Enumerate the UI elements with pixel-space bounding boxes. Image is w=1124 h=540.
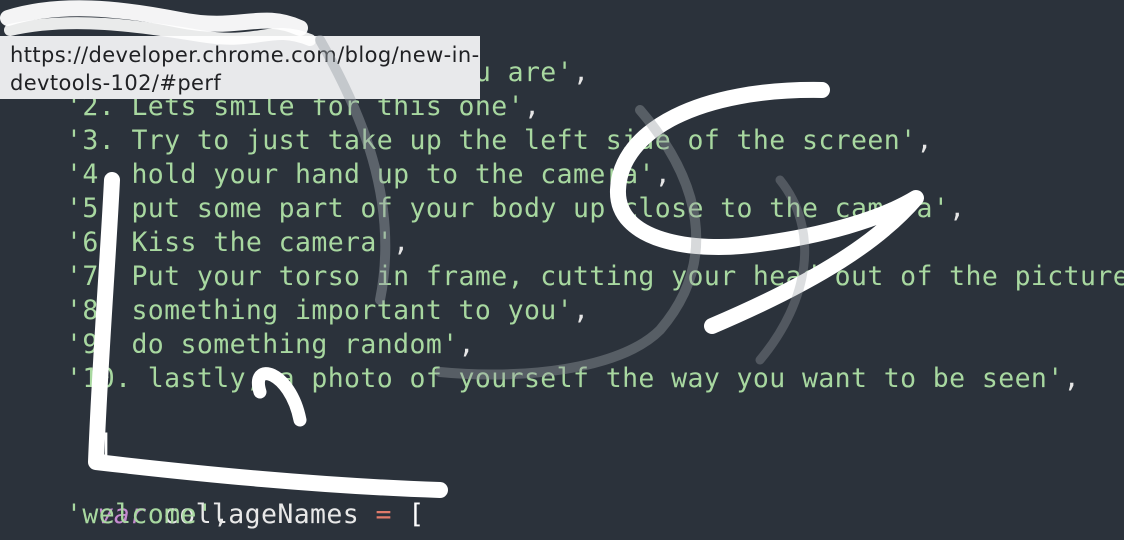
item-text: do something random xyxy=(131,329,443,360)
item-number: 6 xyxy=(82,227,99,258)
item-number: 10 xyxy=(82,363,116,394)
array-item-line: '7. Put your torso in frame, cutting you… xyxy=(32,260,1124,294)
item-number: 5 xyxy=(82,193,99,224)
code-editor[interactable]: ons = [ '1. just snap a pic as you are',… xyxy=(0,0,1124,540)
array-item-line: '8. something important to you', xyxy=(66,295,590,326)
tooltip-url-line-1: https://developer.chrome.com/blog/new-in… xyxy=(10,43,480,67)
open-bracket-2: [ xyxy=(408,499,425,530)
array-item-line: '4. hold your hand up to the camera', xyxy=(66,159,672,190)
code-line-close: ] xyxy=(32,394,114,460)
item-text: Put your torso in frame, cutting your he… xyxy=(131,261,1124,292)
item-number: 3 xyxy=(82,125,99,156)
collage-name-text: welcome xyxy=(82,499,197,530)
item-number: 8 xyxy=(82,295,99,326)
array-item-line: '5. put some part of your body up close … xyxy=(66,193,966,224)
item-number: 4 xyxy=(82,159,99,190)
item-number: 9 xyxy=(82,329,99,360)
item-text: hold your hand up to the camera xyxy=(131,159,639,190)
tooltip-url-line-2: devtools-102/#perf xyxy=(10,71,222,95)
array-item-line: '10. lastly, a photo of yourself the way… xyxy=(66,363,1081,394)
array-item-line: '3. Try to just take up the left side of… xyxy=(66,125,933,156)
item-number: 7 xyxy=(82,261,99,292)
collage-name-item: 'welcome', xyxy=(66,499,230,530)
url-tooltip: https://developer.chrome.com/blog/new-in… xyxy=(0,36,480,99)
item-text: lastly, a photo of yourself the way you … xyxy=(147,363,1048,394)
code-line-second-decl: var collageNames = [ xyxy=(32,464,425,530)
item-text: something important to you xyxy=(131,295,557,326)
item-text: Kiss the camera xyxy=(131,227,377,258)
array-item-line: '9. do something random', xyxy=(66,329,475,360)
assign-operator-2: = xyxy=(375,499,392,530)
item-text: put some part of your body up close to t… xyxy=(131,193,933,224)
close-bracket: ] xyxy=(97,429,114,460)
array-item-line: '6. Kiss the camera', xyxy=(66,227,410,258)
item-text: Try to just take up the left side of the… xyxy=(131,125,901,156)
